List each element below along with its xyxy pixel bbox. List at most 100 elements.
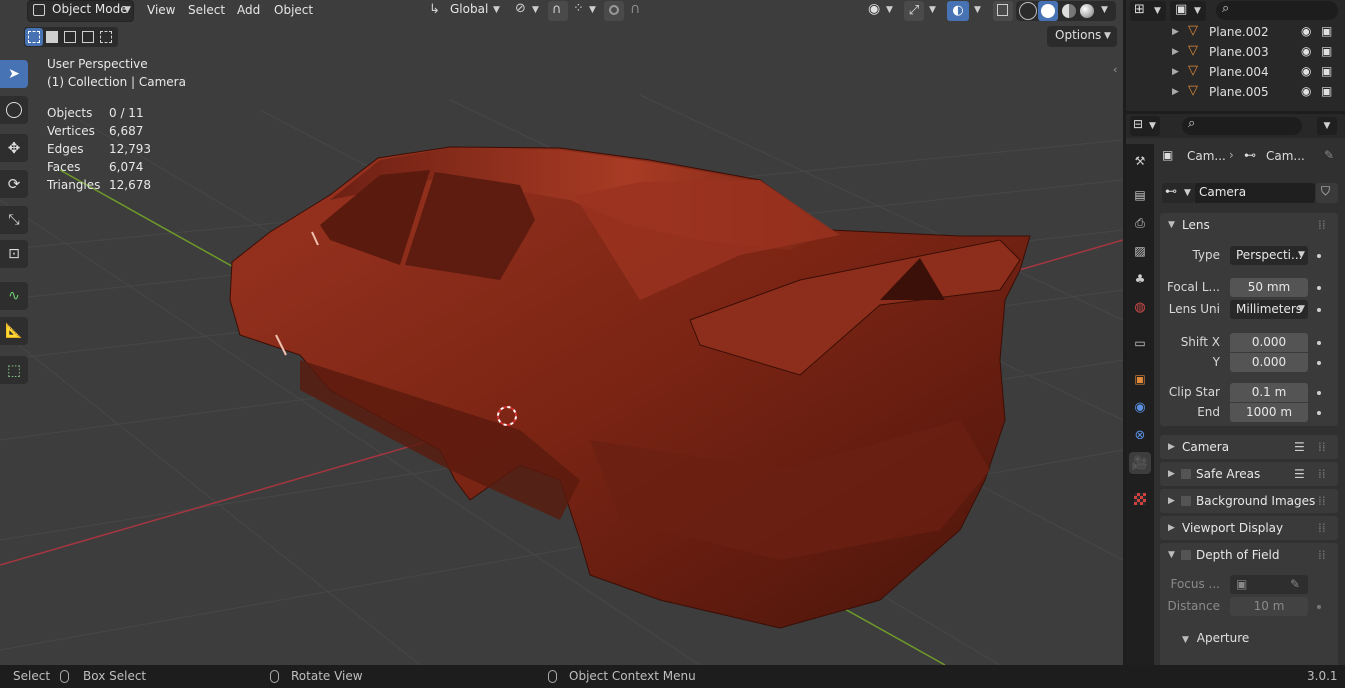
camera-render-icon[interactable]: ▣ — [1321, 84, 1332, 98]
outliner-search-input[interactable]: ⌕ — [1216, 1, 1338, 20]
lens-panel-header[interactable]: ▼ Lens ⁞⁞ — [1160, 213, 1338, 237]
add-cube-tool[interactable]: ⬚ — [0, 356, 28, 384]
camera-render-icon[interactable]: ▣ — [1321, 44, 1332, 58]
clip-start-field[interactable]: 0.1 m — [1230, 383, 1308, 402]
scale-tool[interactable]: ⤡ — [0, 206, 28, 234]
drag-grip-icon[interactable]: ⁞⁞ — [1318, 543, 1326, 567]
snap-target-dropdown[interactable]: ⁘ ▼ — [571, 1, 599, 21]
solid-shading-button[interactable] — [1038, 1, 1058, 21]
tab-render[interactable]: ▤ — [1129, 184, 1151, 206]
datablock-name-field[interactable]: Camera — [1195, 183, 1315, 203]
drag-grip-icon[interactable]: ⁞⁞ — [1318, 462, 1326, 486]
drag-grip-icon[interactable]: ⁞⁞ — [1318, 516, 1326, 540]
animate-property-dot[interactable] — [1317, 411, 1321, 415]
eye-icon[interactable]: ◉ — [1301, 64, 1311, 78]
tab-tool[interactable]: ⚒ — [1129, 150, 1151, 172]
3d-viewport[interactable]: Object Mode ▼ View Select Add Object ↳ G… — [0, 0, 1123, 665]
proportional-editing-toggle[interactable] — [604, 1, 624, 21]
measure-tool[interactable]: 📐 — [0, 317, 28, 345]
outliner-item[interactable]: ▶ ▽ Plane.005 ◉ ▣ — [1126, 82, 1345, 102]
transform-orientation-dropdown[interactable]: ↳ Global ▼ — [426, 0, 505, 22]
focal-length-field[interactable]: 50 mm — [1230, 278, 1308, 297]
options-dropdown[interactable]: Options ▼ — [1047, 26, 1117, 47]
pivot-point-dropdown[interactable]: ⊘ ▼ — [513, 1, 543, 21]
gizmo-dropdown[interactable]: ⤢ ▼ — [903, 1, 939, 21]
animate-property-dot[interactable] — [1317, 286, 1321, 290]
snap-toggle[interactable]: ∩ — [548, 1, 568, 21]
depth-of-field-checkbox[interactable] — [1180, 549, 1192, 561]
expand-arrow-icon[interactable]: ▶ — [1172, 87, 1179, 97]
rendered-shading-icon[interactable] — [1080, 4, 1094, 18]
depth-of-field-panel-header[interactable]: ▼ Depth of Field ⁞⁞ — [1160, 543, 1338, 567]
xray-toggle[interactable] — [993, 1, 1013, 21]
background-images-panel-header[interactable]: ▶ Background Images ⁞⁞ — [1160, 489, 1338, 513]
pin-icon[interactable]: ✎ — [1324, 148, 1334, 162]
expand-arrow-icon[interactable]: ▶ — [1172, 67, 1179, 77]
drag-grip-icon[interactable]: ⁞⁞ — [1318, 435, 1326, 459]
cursor-tool[interactable] — [0, 96, 28, 124]
datablock-browse-dropdown[interactable]: ⊷ ▼ — [1162, 183, 1195, 203]
menu-object[interactable]: Object — [274, 0, 313, 20]
camera-panel-header[interactable]: ▶ Camera ☰ ⁞⁞ — [1160, 435, 1338, 459]
move-tool[interactable]: ✥ — [0, 134, 28, 162]
tab-physics[interactable]: ◉ — [1129, 396, 1151, 418]
eye-icon[interactable]: ◉ — [1301, 44, 1311, 58]
eye-icon[interactable]: ◉ — [1301, 84, 1311, 98]
mode-dropdown[interactable]: Object Mode ▼ — [27, 0, 134, 22]
falloff-dropdown[interactable]: ∩ — [627, 1, 655, 21]
shift-x-field[interactable]: 0.000 — [1230, 333, 1308, 352]
shift-y-field[interactable]: 0.000 — [1230, 353, 1308, 372]
focus-distance-field[interactable]: 10 m — [1230, 597, 1308, 616]
tab-view-layer[interactable]: ▨ — [1129, 240, 1151, 262]
tab-scene[interactable]: ♣ — [1129, 268, 1151, 290]
tab-output[interactable]: ⎙ — [1129, 212, 1151, 234]
clip-end-field[interactable]: 1000 m — [1230, 403, 1308, 422]
properties-search-input[interactable]: ⌕ — [1182, 116, 1302, 135]
menu-add[interactable]: Add — [237, 0, 260, 20]
tab-world[interactable]: ◍ — [1129, 296, 1151, 318]
menu-select[interactable]: Select — [188, 0, 225, 20]
lens-type-dropdown[interactable]: Perspecti... ▼ — [1230, 246, 1308, 265]
eye-icon[interactable]: ◉ — [1301, 24, 1311, 38]
camera-render-icon[interactable]: ▣ — [1321, 64, 1332, 78]
display-mode-dropdown[interactable]: ⊞ ▼ — [1130, 1, 1166, 21]
drag-grip-icon[interactable]: ⁞⁞ — [1318, 213, 1326, 237]
expand-arrow-icon[interactable]: ▶ — [1172, 47, 1179, 57]
eyedropper-icon[interactable]: ✎ — [1290, 575, 1300, 594]
presets-list-icon[interactable]: ☰ — [1294, 462, 1305, 486]
animate-property-dot[interactable] — [1317, 605, 1321, 609]
fake-user-toggle[interactable]: ⛉ — [1316, 183, 1338, 203]
safe-areas-panel-header[interactable]: ▶ Safe Areas ☰ ⁞⁞ — [1160, 462, 1338, 486]
tab-texture[interactable] — [1129, 488, 1151, 510]
filter-dropdown[interactable]: ▣ ▼ — [1170, 1, 1206, 21]
expand-arrow-icon[interactable]: ▶ — [1172, 27, 1179, 37]
safe-areas-checkbox[interactable] — [1180, 468, 1192, 480]
camera-render-icon[interactable]: ▣ — [1321, 24, 1332, 38]
visibility-dropdown[interactable]: ◉ ▼ — [866, 1, 896, 21]
car-model[interactable] — [229, 146, 1031, 629]
select-invert-icon[interactable] — [82, 31, 94, 43]
select-box-tool[interactable]: ➤ — [0, 60, 28, 88]
lens-unit-dropdown[interactable]: Millimeters ▼ — [1230, 300, 1308, 319]
transform-tool[interactable]: ⊡ — [0, 240, 28, 268]
viewport-display-panel-header[interactable]: ▶ Viewport Display ⁞⁞ — [1160, 516, 1338, 540]
sidebar-toggle-arrow[interactable]: ‹ — [1113, 63, 1117, 76]
drag-grip-icon[interactable]: ⁞⁞ — [1318, 489, 1326, 513]
outliner-item[interactable]: ▶ ▽ Plane.003 ◉ ▣ — [1126, 42, 1345, 62]
animate-property-dot[interactable] — [1317, 341, 1321, 345]
animate-property-dot[interactable] — [1317, 254, 1321, 258]
outliner-item[interactable]: ▶ ▽ Plane.004 ◉ ▣ — [1126, 62, 1345, 82]
presets-list-icon[interactable]: ☰ — [1294, 435, 1305, 459]
properties-options-dropdown[interactable]: ▼ — [1317, 117, 1337, 135]
outliner-item[interactable]: ▶ ▽ Plane.002 ◉ ▣ — [1126, 22, 1345, 42]
rotate-tool[interactable]: ⟳ — [0, 170, 28, 198]
tab-constraints[interactable]: ⊗ — [1129, 424, 1151, 446]
material-preview-icon[interactable] — [1062, 4, 1076, 18]
select-extend-icon[interactable] — [46, 31, 58, 43]
animate-property-dot[interactable] — [1317, 308, 1321, 312]
background-images-checkbox[interactable] — [1180, 495, 1192, 507]
aperture-subpanel-header[interactable]: ▼ Aperture — [1182, 629, 1249, 649]
focus-object-field[interactable]: ▣ ✎ — [1230, 575, 1308, 594]
menu-view[interactable]: View — [147, 0, 175, 20]
select-subtract-icon[interactable] — [64, 31, 76, 43]
